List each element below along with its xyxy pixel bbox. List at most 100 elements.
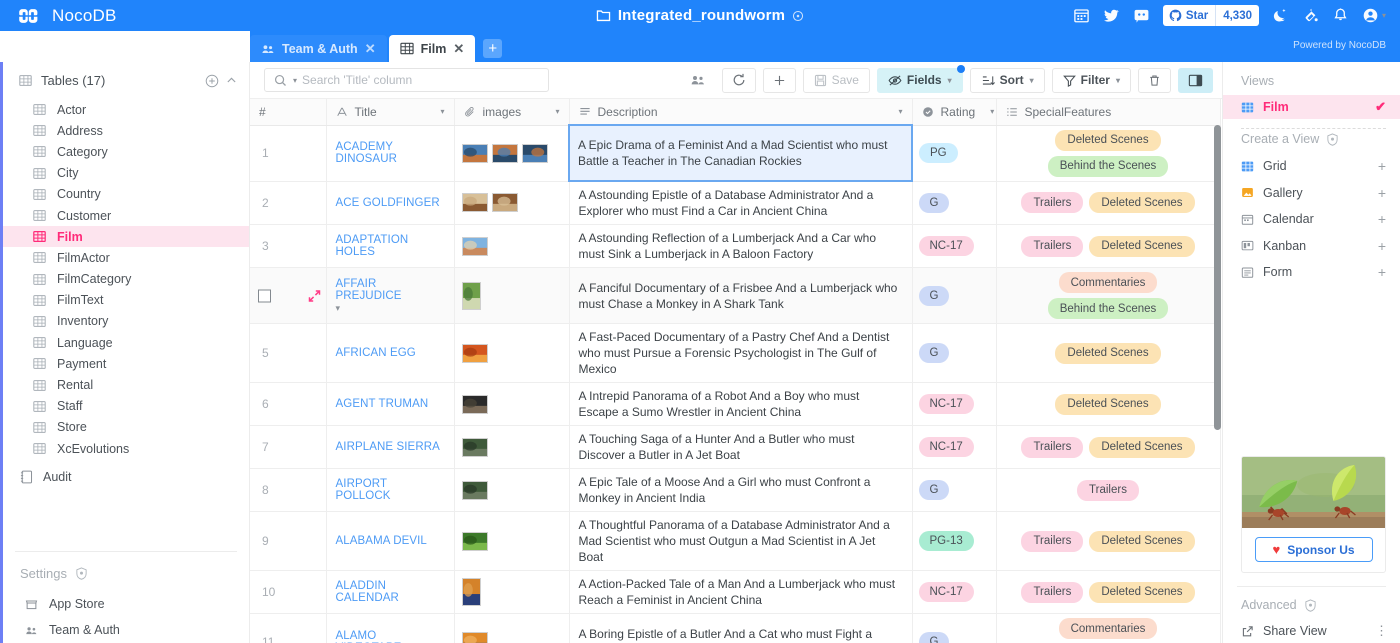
- sidebar-table-staff[interactable]: Staff: [3, 396, 249, 417]
- title-cell[interactable]: ACE GOLDFINGER: [326, 181, 455, 225]
- calendar-icon[interactable]: [1073, 7, 1090, 24]
- attachment-thumbnail[interactable]: [461, 236, 488, 256]
- title-cell[interactable]: AIRPORT POLLOCK: [326, 468, 455, 512]
- chevron-up-icon[interactable]: [226, 75, 237, 86]
- attachment-thumbnail[interactable]: [461, 394, 488, 414]
- search-box[interactable]: ▾: [264, 68, 549, 92]
- title-cell[interactable]: ADAPTATION HOLES: [326, 224, 455, 268]
- share-view-row[interactable]: Share View ⋮: [1223, 619, 1400, 643]
- moon-icon[interactable]: [1272, 7, 1289, 24]
- sidebar-item-team-and-auth[interactable]: Team & Auth: [3, 617, 249, 643]
- title-link[interactable]: AGENT TRUMAN: [336, 398, 445, 410]
- add-table-icon[interactable]: [205, 74, 219, 88]
- row-number-cell[interactable]: 7: [250, 425, 327, 469]
- table-row[interactable]: 3 ADAPTATION HOLES A Astounding Reflection…: [250, 224, 1221, 268]
- sidebar-table-filmcategory[interactable]: FilmCategory: [3, 269, 249, 290]
- specialfeatures-cell[interactable]: Trailers Deleted Scenes: [996, 224, 1221, 268]
- delete-button[interactable]: [1138, 67, 1171, 93]
- filter-button[interactable]: Filter ▾: [1051, 67, 1131, 93]
- chevron-down-icon[interactable]: ▾: [440, 107, 444, 116]
- description-cell[interactable]: A Boring Epistle of a Butler And a Cat w…: [569, 613, 913, 643]
- brand[interactable]: NocoDB: [0, 6, 250, 26]
- attachment-thumbnail[interactable]: [461, 281, 481, 310]
- rating-cell[interactable]: PG-13: [912, 511, 997, 571]
- rating-cell[interactable]: NC-17: [912, 224, 997, 268]
- specialfeatures-cell[interactable]: Trailers Deleted Scenes: [996, 181, 1221, 225]
- images-cell[interactable]: [454, 570, 570, 614]
- sidebar-table-rental[interactable]: Rental: [3, 374, 249, 395]
- specialfeatures-cell[interactable]: Deleted Scenes Behind the Scenes: [996, 125, 1221, 182]
- specialfeatures-cell[interactable]: Deleted Scenes: [996, 323, 1221, 383]
- images-cell[interactable]: [454, 125, 570, 182]
- images-cell[interactable]: [454, 267, 570, 324]
- title-link[interactable]: AFFAIR PREJUDICE: [336, 278, 445, 302]
- attachment-thumbnail[interactable]: [461, 480, 488, 500]
- row-number-cell[interactable]: 11: [250, 613, 327, 643]
- description-cell[interactable]: A Astounding Reflection of a Lumberjack …: [569, 224, 913, 268]
- attachment-thumbnail[interactable]: [461, 437, 488, 457]
- title-cell[interactable]: ACADEMY DINOSAUR: [326, 125, 455, 182]
- table-row[interactable]: AFFAIR PREJUDICE ▾ A Fanciful Documentary …: [250, 267, 1221, 324]
- sidebar-table-city[interactable]: City: [3, 163, 249, 184]
- add-gallery-view-icon[interactable]: +: [1378, 185, 1386, 201]
- rating-cell[interactable]: G: [912, 613, 997, 643]
- title-link[interactable]: AFRICAN EGG: [336, 347, 445, 359]
- attachment-thumbnail[interactable]: [461, 578, 481, 606]
- tab-film[interactable]: Film ✕: [388, 35, 476, 62]
- title-link[interactable]: ADAPTATION HOLES: [336, 234, 445, 258]
- table-row[interactable]: 9 ALABAMA DEVIL A Thoughtful Panorama of a…: [250, 511, 1221, 571]
- search-input[interactable]: [302, 73, 539, 87]
- column-header-rating[interactable]: Rating ▾: [912, 99, 997, 126]
- title-cell[interactable]: ALADDIN CALENDAR: [326, 570, 455, 614]
- attachment-thumbnail[interactable]: [461, 143, 488, 163]
- create-view-calendar[interactable]: Calendar +: [1223, 206, 1400, 233]
- column-header-specialfeatures[interactable]: SpecialFeatures: [996, 99, 1221, 126]
- title-link[interactable]: ALADDIN CALENDAR: [336, 580, 445, 604]
- title-link[interactable]: ALABAMA DEVIL: [336, 535, 445, 547]
- specialfeatures-cell[interactable]: CommentariesBehind the Scenes: [996, 613, 1221, 643]
- add-grid-view-icon[interactable]: +: [1378, 158, 1386, 174]
- images-cell[interactable]: [454, 323, 570, 383]
- create-view-gallery[interactable]: Gallery +: [1223, 180, 1400, 207]
- title-cell[interactable]: AIRPLANE SIERRA: [326, 425, 455, 469]
- expand-row-icon[interactable]: [308, 289, 321, 302]
- description-cell[interactable]: A Epic Tale of a Moose And a Girl who mu…: [569, 468, 913, 512]
- specialfeatures-cell[interactable]: Trailers Deleted Scenes: [996, 511, 1221, 571]
- create-view-grid[interactable]: Grid +: [1223, 153, 1400, 180]
- row-number-cell[interactable]: 10: [250, 570, 327, 614]
- title-cell[interactable]: AFFAIR PREJUDICE ▾: [326, 267, 455, 324]
- images-cell[interactable]: [454, 511, 570, 571]
- column-header-num[interactable]: #: [250, 99, 327, 126]
- rating-cell[interactable]: G: [912, 323, 997, 383]
- row-number-cell[interactable]: 3: [250, 224, 327, 268]
- title-link[interactable]: ALAMO VIDEOTAPE: [336, 630, 445, 643]
- row-number-cell[interactable]: 1: [250, 125, 327, 182]
- sponsor-card[interactable]: ♥ Sponsor Us: [1241, 456, 1386, 573]
- row-number-cell[interactable]: 5: [250, 323, 327, 383]
- column-header-title[interactable]: Title ▾: [326, 99, 455, 126]
- account-menu[interactable]: ▾: [1362, 7, 1386, 24]
- close-icon[interactable]: ✕: [365, 41, 376, 57]
- sidebar-table-store[interactable]: Store: [3, 417, 249, 438]
- reload-button[interactable]: [721, 67, 756, 93]
- save-button[interactable]: Save: [802, 67, 870, 93]
- rating-cell[interactable]: PG: [912, 125, 997, 182]
- grid-scroll-thumb[interactable]: [1214, 125, 1221, 430]
- sidebar-item-audit[interactable]: Audit: [3, 459, 249, 484]
- discord-icon[interactable]: [1133, 7, 1150, 24]
- table-row[interactable]: 8 AIRPORT POLLOCK A Epic Tale of a Moose A…: [250, 468, 1221, 512]
- table-row[interactable]: 10 ALADDIN CALENDAR A Action-Packed Tale o…: [250, 570, 1221, 614]
- more-options-icon[interactable]: ⋮: [1375, 623, 1388, 639]
- add-calendar-view-icon[interactable]: +: [1378, 211, 1386, 227]
- images-cell[interactable]: [454, 468, 570, 512]
- sidebar-table-language[interactable]: Language: [3, 332, 249, 353]
- row-number-cell[interactable]: 9: [250, 511, 327, 571]
- sidebar-table-xcevolutions[interactable]: XcEvolutions: [3, 438, 249, 459]
- sponsor-us-button[interactable]: ♥ Sponsor Us: [1254, 537, 1373, 562]
- description-cell[interactable]: A Fanciful Documentary of a Frisbee And …: [569, 267, 913, 324]
- sidebar-table-inventory[interactable]: Inventory: [3, 311, 249, 332]
- tab-team-and-auth[interactable]: Team & Auth ✕: [250, 35, 387, 62]
- description-cell[interactable]: A Astounding Epistle of a Database Admin…: [569, 181, 913, 225]
- chevron-down-icon[interactable]: ▾: [293, 76, 297, 85]
- table-row[interactable]: 2 ACE GOLDFINGER A Astounding Epistle of a…: [250, 181, 1221, 225]
